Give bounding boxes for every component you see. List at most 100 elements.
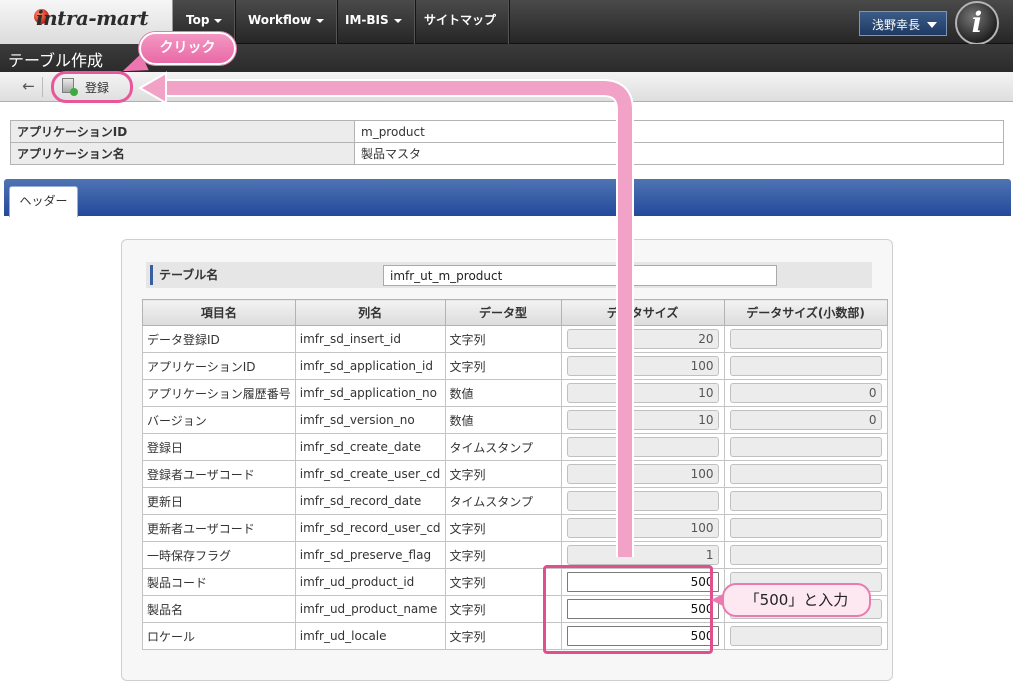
data-type-cell: 文字列 [444, 460, 562, 488]
tab-header[interactable]: ヘッダー [9, 186, 78, 217]
column-row: 登録者ユーザコード imfr_sd_create_user_cd 文字列 100 [142, 460, 888, 488]
app-id-label: アプリケーションID [10, 120, 355, 143]
item-name-cell: 更新日 [142, 487, 296, 515]
column-name-cell: imfr_sd_record_date [294, 487, 446, 515]
item-name-cell: 更新者ユーザコード [142, 514, 296, 542]
data-type-cell: 文字列 [444, 514, 562, 542]
nav-item-workflow[interactable]: Workflow [235, 0, 339, 44]
nav-item-sitemap[interactable]: サイトマップ [411, 0, 511, 44]
data-size-field-readonly: 1 [566, 545, 719, 565]
app-name-label: アプリケーション名 [10, 142, 355, 165]
column-name-cell: imfr_ud_product_id [294, 568, 446, 596]
data-size-field-readonly: 10 [566, 410, 719, 430]
data-size-cell [560, 433, 725, 461]
data-size-decimal-cell [723, 622, 888, 650]
app-info-icon[interactable]: i [955, 1, 999, 45]
app-name-value: 製品マスタ [354, 142, 1004, 165]
data-size-decimal-field-readonly [729, 545, 882, 565]
app-id-value: m_product [354, 120, 1004, 143]
column-row: アプリケーションID imfr_sd_application_id 文字列 100 [142, 352, 888, 380]
data-size-field-readonly: 100 [566, 464, 719, 484]
item-name-cell: アプリケーション履歴番号 [142, 379, 296, 407]
data-size-cell: 20 [560, 325, 725, 353]
data-size-decimal-field-readonly [729, 626, 882, 646]
data-size-decimal-cell [723, 514, 888, 542]
data-size-decimal-cell [723, 433, 888, 461]
data-size-decimal-field-readonly [729, 437, 882, 457]
data-size-field-readonly: 100 [566, 356, 719, 376]
column-row: 登録日 imfr_sd_create_date タイムスタンプ [142, 433, 888, 461]
app-name-row: アプリケーション名 製品マスタ [10, 142, 1004, 165]
item-name-cell: 製品コード [142, 568, 296, 596]
application-info-table: アプリケーションID m_product アプリケーション名 製品マスタ [10, 120, 1004, 165]
data-size-cell: 10 [560, 379, 725, 407]
data-size-field-readonly [566, 491, 719, 511]
header-column-name: 列名 [294, 299, 446, 326]
data-type-cell: タイムスタンプ [444, 487, 562, 515]
column-row: ロケール imfr_ud_locale 文字列 500 [142, 622, 888, 650]
data-size-decimal-cell [723, 325, 888, 353]
data-size-decimal-field-readonly: 0 [729, 410, 882, 430]
data-size-decimal-field-readonly [729, 329, 882, 349]
data-size-cell: 100 [560, 460, 725, 488]
app-id-row: アプリケーションID m_product [10, 120, 1004, 143]
header-data-size: データサイズ [560, 299, 725, 326]
data-size-decimal-cell: 0 [723, 379, 888, 407]
data-size-decimal-field-readonly [729, 518, 882, 538]
nav-item-im-bis[interactable]: IM-BIS [332, 0, 416, 44]
data-size-decimal-cell [723, 487, 888, 515]
data-type-cell: 文字列 [444, 325, 562, 353]
data-size-field-readonly [566, 437, 719, 457]
data-size-cell: 100 [560, 514, 725, 542]
table-name-input[interactable] [383, 265, 777, 286]
data-type-cell: タイムスタンプ [444, 433, 562, 461]
table-name-label: テーブル名 [150, 265, 218, 285]
column-name-cell: imfr_sd_create_user_cd [294, 460, 446, 488]
data-type-cell: 数値 [444, 406, 562, 434]
data-size-decimal-cell [723, 460, 888, 488]
input-callout: 「500」と入力 [722, 583, 871, 617]
data-size-decimal-field-readonly: 0 [729, 383, 882, 403]
size-input-highlight-annotation [543, 565, 713, 654]
column-name-cell: imfr_ud_product_name [294, 595, 446, 623]
register-highlight-annotation [51, 71, 133, 103]
back-arrow-icon: ← [22, 77, 35, 95]
data-size-decimal-field-readonly [729, 464, 882, 484]
data-size-decimal-cell: 0 [723, 406, 888, 434]
data-type-cell: 文字列 [444, 541, 562, 569]
user-name: 浅野幸長 [872, 18, 921, 32]
item-name-cell: アプリケーションID [142, 352, 296, 380]
column-name-cell: imfr_sd_version_no [294, 406, 446, 434]
data-size-field-readonly: 10 [566, 383, 719, 403]
back-button[interactable]: ← [15, 77, 43, 97]
data-size-decimal-field-readonly [729, 356, 882, 376]
item-name-cell: 製品名 [142, 595, 296, 623]
item-name-cell: ロケール [142, 622, 296, 650]
click-callout: クリック [139, 32, 236, 65]
item-name-cell: バージョン [142, 406, 296, 434]
item-name-cell: 登録日 [142, 433, 296, 461]
data-type-cell: 数値 [444, 379, 562, 407]
data-size-decimal-cell [723, 541, 888, 569]
chevron-down-icon [214, 18, 223, 23]
column-row: データ登録ID imfr_sd_insert_id 文字列 20 [142, 325, 888, 353]
tab-bar: ヘッダー [4, 179, 1011, 217]
header-data-size-decimal: データサイズ(小数部) [723, 299, 888, 326]
data-size-field-readonly: 100 [566, 518, 719, 538]
data-size-cell: 10 [560, 406, 725, 434]
user-menu-button[interactable]: 浅野幸長 [859, 11, 947, 36]
chevron-down-icon [393, 18, 402, 23]
table-name-row: テーブル名 [146, 262, 872, 288]
logo-text: intra-mart [36, 6, 149, 30]
data-size-decimal-cell [723, 352, 888, 380]
column-name-cell: imfr_ud_locale [294, 622, 446, 650]
header-data-type: データ型 [444, 299, 562, 326]
data-size-field-readonly: 20 [566, 329, 719, 349]
data-type-cell: 文字列 [444, 352, 562, 380]
column-header-row: 項目名 列名 データ型 データサイズ データサイズ(小数部) [142, 299, 888, 326]
column-name-cell: imfr_sd_insert_id [294, 325, 446, 353]
header-item-name: 項目名 [142, 299, 296, 326]
column-name-cell: imfr_sd_application_no [294, 379, 446, 407]
item-name-cell: 一時保存フラグ [142, 541, 296, 569]
item-name-cell: 登録者ユーザコード [142, 460, 296, 488]
